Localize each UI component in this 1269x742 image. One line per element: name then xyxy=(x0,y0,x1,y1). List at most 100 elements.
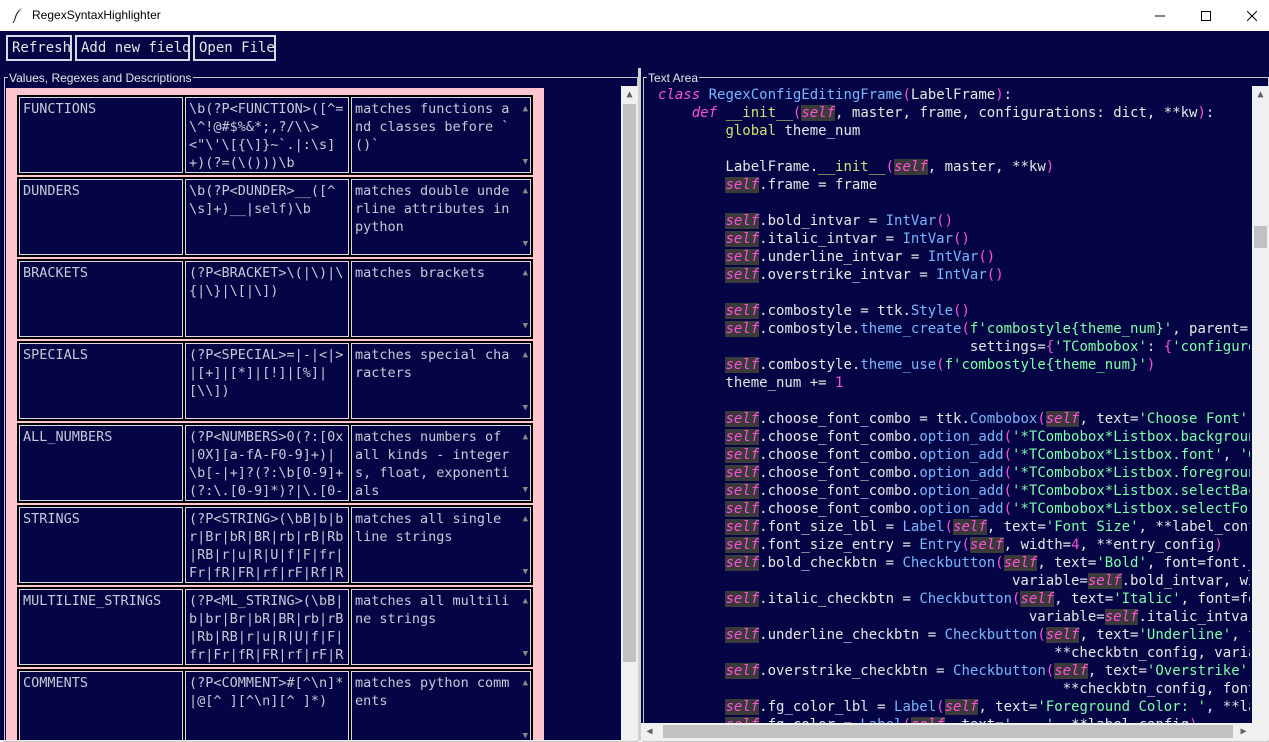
cell-scroll-down-icon[interactable]: ▼ xyxy=(523,153,528,171)
row-name-field[interactable]: ALL_NUMBERS xyxy=(19,425,183,501)
code-line: self.underline_checkbtn = Checkbutton(se… xyxy=(725,627,1250,643)
row-description-field[interactable]: matches numbers of all kinds - integers,… xyxy=(351,425,531,501)
left-scrollbar-thumb[interactable] xyxy=(623,104,636,662)
row-regex-field[interactable]: (?P<NUMBERS>0(?:[0x|0X][a-fA-F0-9]+)|\b[… xyxy=(185,425,349,501)
maximize-icon xyxy=(1201,10,1211,21)
cell-scroll-up-icon[interactable]: ▲ xyxy=(523,592,528,610)
frame-label: Text Area xyxy=(647,71,700,85)
code-line: self.choose_font_combo.option_add('*TCom… xyxy=(725,501,1250,517)
code-line: self.combostyle = ttk.Style() xyxy=(725,303,970,319)
regex-row: MULTILINE_STRINGS (?P<ML_STRING>(\bB|b|br… xyxy=(17,587,533,667)
row-regex-field[interactable]: \b(?P<FUNCTION>([^=\^!@#$%&*;,?/\\><"\'\… xyxy=(185,97,349,173)
cell-scroll-down-icon[interactable]: ▼ xyxy=(523,481,528,499)
row-description-field[interactable]: matches brackets ▲ ▼ xyxy=(351,261,531,337)
row-description-field[interactable]: matches functions and classes before `()… xyxy=(351,97,531,173)
code-line: self.choose_font_combo.option_add('*TCom… xyxy=(725,483,1250,499)
cell-scroll-up-icon[interactable]: ▲ xyxy=(523,100,528,118)
cell-scroll-down-icon[interactable]: ▼ xyxy=(523,563,528,581)
code-line: self.combostyle.theme_use(f'combostyle{t… xyxy=(725,357,1156,373)
row-description-field[interactable]: matches special characters ▲ ▼ xyxy=(351,343,531,419)
code-text-area[interactable]: class RegexConfigEditingFrame(LabelFrame… xyxy=(658,86,1250,726)
cell-scroll-up-icon[interactable]: ▲ xyxy=(523,346,528,364)
scroll-up-arrow-icon[interactable]: ▲ xyxy=(1252,86,1269,103)
left-scrollbar[interactable]: ▲ xyxy=(621,86,638,740)
row-regex-field[interactable]: (?P<SPECIAL>=|-|<|>|[+]|[*]|[!]|[%]|[\\]… xyxy=(185,343,349,419)
code-line: self.underline_intvar = IntVar() xyxy=(725,249,996,265)
code-line: self.overstrike_checkbtn = Checkbutton(s… xyxy=(725,663,1250,679)
row-description-field[interactable]: matches all single line strings ▲ ▼ xyxy=(351,507,531,583)
cell-scroll-up-icon[interactable]: ▲ xyxy=(523,264,528,282)
text-area-horizontal-scrollbar[interactable]: ◀ ▶ xyxy=(641,723,1252,740)
row-description-field[interactable]: matches double underline attributes in p… xyxy=(351,179,531,255)
code-line: self.combostyle.theme_create(f'combostyl… xyxy=(725,321,1250,337)
minimize-button[interactable] xyxy=(1137,0,1183,31)
code-line: self.overstrike_intvar = IntVar() xyxy=(725,267,1004,283)
row-regex-field[interactable]: (?P<STRING>(\bB|b|br|Br|bR|BR|rb|rB|Rb|R… xyxy=(185,507,349,583)
row-name-field[interactable]: MULTILINE_STRINGS xyxy=(19,589,183,665)
row-name-field[interactable]: FUNCTIONS xyxy=(19,97,183,173)
row-description-field[interactable]: matches python comments ▲ ▼ xyxy=(351,671,531,740)
open-file-button[interactable]: Open File xyxy=(193,35,276,61)
close-button[interactable] xyxy=(1229,0,1269,31)
code-line: self.font_size_entry = Entry(self, width… xyxy=(725,537,1223,553)
code-line: self.choose_font_combo.option_add('*TCom… xyxy=(725,465,1250,481)
code-line: self.choose_font_combo.option_add('*TCom… xyxy=(725,447,1250,463)
refresh-button[interactable]: Refresh xyxy=(6,35,72,61)
code-line: **checkbtn_config, variable=s xyxy=(658,645,1250,661)
scrollbar-corner xyxy=(1252,723,1269,740)
text-area-frame: Text Area class RegexConfigEditingFrame(… xyxy=(641,68,1269,742)
text-area-vertical-scrollbar[interactable]: ▲ xyxy=(1252,86,1269,723)
code-line: self.choose_font_combo = ttk.Combobox(se… xyxy=(725,411,1250,427)
close-icon xyxy=(1247,10,1257,21)
code-line: settings={'TCombobox': {'configure': c xyxy=(658,339,1250,355)
regex-rows-container: FUNCTIONS \b(?P<FUNCTION>([^=\^!@#$%&*;,?… xyxy=(6,88,544,740)
regex-row: ALL_NUMBERS (?P<NUMBERS>0(?:[0x|0X][a-fA-… xyxy=(17,423,533,503)
code-line: def __init__(self, master, frame, config… xyxy=(691,105,1215,121)
row-name-field[interactable]: DUNDERS xyxy=(19,179,183,255)
cell-scroll-up-icon[interactable]: ▲ xyxy=(523,510,528,528)
code-line: theme_num += 1 xyxy=(658,375,844,391)
window-title: RegexSyntaxHighlighter xyxy=(32,8,161,22)
text-area-scrollbar-thumb[interactable] xyxy=(1254,226,1267,248)
row-name-field[interactable]: SPECIALS xyxy=(19,343,183,419)
code-line: **checkbtn_config, font=font xyxy=(658,681,1250,697)
code-line: self.font_size_lbl = Label(self, text='F… xyxy=(725,519,1250,535)
cell-scroll-down-icon[interactable]: ▼ xyxy=(523,235,528,253)
code-line: global theme_num xyxy=(725,123,861,139)
maximize-button[interactable] xyxy=(1183,0,1229,31)
row-regex-field[interactable]: \b(?P<DUNDER>__([^\s]+)__|self)\b xyxy=(185,179,349,255)
horizontal-scrollbar-thumb[interactable] xyxy=(663,725,1233,738)
minimize-icon xyxy=(1155,15,1165,16)
code-line: self.frame = frame xyxy=(725,177,878,193)
row-description-field[interactable]: matches all multiline strings ▲ ▼ xyxy=(351,589,531,665)
scroll-up-arrow-icon[interactable]: ▲ xyxy=(621,86,638,103)
feather-icon xyxy=(12,8,22,23)
regex-row: FUNCTIONS \b(?P<FUNCTION>([^=\^!@#$%&*;,?… xyxy=(17,95,533,175)
code-line: self.bold_intvar = IntVar() xyxy=(725,213,954,229)
row-regex-field[interactable]: (?P<ML_STRING>(\bB|b|br|Br|bR|BR|rb|rB|R… xyxy=(185,589,349,665)
regex-row: BRACKETS (?P<BRACKET>\(|\)|\{|\}|\[|\]) ma… xyxy=(17,259,533,339)
code-line: self.italic_intvar = IntVar() xyxy=(725,231,970,247)
regex-row: STRINGS (?P<STRING>(\bB|b|br|Br|bR|BR|rb|… xyxy=(17,505,533,585)
cell-scroll-down-icon[interactable]: ▼ xyxy=(523,317,528,335)
cell-scroll-down-icon[interactable]: ▼ xyxy=(523,399,528,417)
regex-row: COMMENTS (?P<COMMENT>#[^\n]*|@[^ ][^\n][^… xyxy=(17,669,533,740)
cell-scroll-up-icon[interactable]: ▲ xyxy=(523,182,528,200)
row-name-field[interactable]: STRINGS xyxy=(19,507,183,583)
frame-label: Values, Regexes and Descriptions xyxy=(8,71,193,85)
cell-scroll-up-icon[interactable]: ▲ xyxy=(523,428,528,446)
scroll-right-arrow-icon[interactable]: ▶ xyxy=(1235,723,1252,740)
code-line: self.choose_font_combo.option_add('*TCom… xyxy=(725,429,1250,445)
cell-scroll-down-icon[interactable]: ▼ xyxy=(523,727,528,740)
regex-row: DUNDERS \b(?P<DUNDER>__([^\s]+)__|self)\b… xyxy=(17,177,533,257)
scroll-left-arrow-icon[interactable]: ◀ xyxy=(641,723,658,740)
code-line: self.fg_color_lbl = Label(self, text='Fo… xyxy=(725,699,1250,715)
row-name-field[interactable]: BRACKETS xyxy=(19,261,183,337)
row-regex-field[interactable]: (?P<COMMENT>#[^\n]*|@[^ ][^\n][^ ]*) xyxy=(185,671,349,740)
row-name-field[interactable]: COMMENTS xyxy=(19,671,183,740)
window-titlebar: RegexSyntaxHighlighter xyxy=(0,0,1269,31)
row-regex-field[interactable]: (?P<BRACKET>\(|\)|\{|\}|\[|\]) xyxy=(185,261,349,337)
cell-scroll-up-icon[interactable]: ▲ xyxy=(523,674,528,692)
add-new-field-button[interactable]: Add new field xyxy=(75,35,191,61)
cell-scroll-down-icon[interactable]: ▼ xyxy=(523,645,528,663)
